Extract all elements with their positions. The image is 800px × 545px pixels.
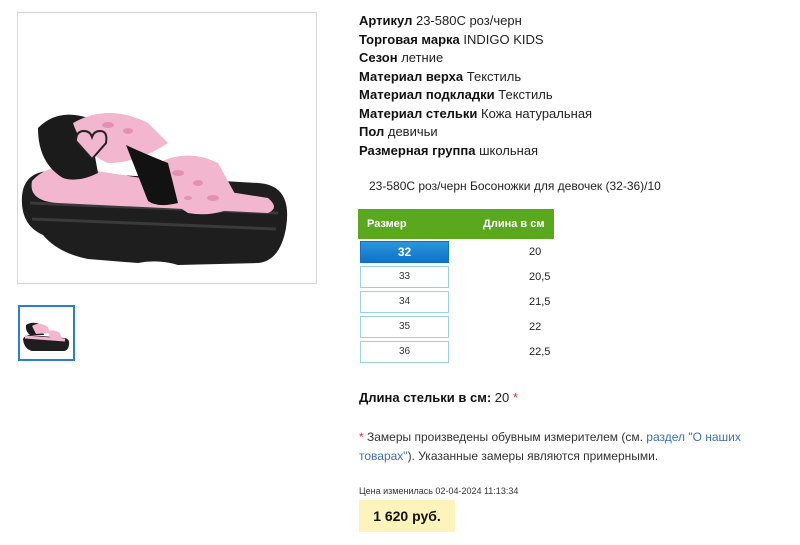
size-button-34[interactable]: 34 bbox=[360, 290, 449, 313]
size-table: Размер Длина в см 32 20 33 20,5 34 21,5 … bbox=[358, 209, 554, 364]
prop-upper-material: Материал верха Текстиль bbox=[359, 68, 522, 84]
product-properties: Артикул 23-580C роз/черн Торговая марка … bbox=[359, 12, 592, 160]
size-button-32[interactable]: 32 bbox=[360, 240, 449, 263]
size-length: 21,5 bbox=[529, 295, 551, 308]
product-description: 23-580C роз/черн Босоножки для девочек (… bbox=[369, 179, 661, 193]
sandal-image bbox=[21, 113, 288, 265]
length-column-header: Длина в см bbox=[483, 218, 545, 230]
size-length: 22,5 bbox=[529, 345, 551, 358]
prop-season: Сезон летние bbox=[359, 50, 444, 65]
size-table-header: Размер Длина в см bbox=[358, 209, 554, 239]
asterisk: * bbox=[512, 390, 518, 405]
size-button-36[interactable]: 36 bbox=[360, 340, 449, 363]
sandal-thumbnail-image bbox=[23, 322, 70, 351]
prop-size-group: Размерная группа школьная bbox=[359, 142, 539, 158]
product-main-image[interactable] bbox=[17, 12, 317, 284]
prop-article: Артикул 23-580C роз/черн bbox=[359, 13, 522, 28]
prop-brand: Торговая марка INDIGO KIDS bbox=[359, 31, 544, 47]
size-row: 35 22 bbox=[358, 314, 554, 339]
prop-gender: Пол девичьи bbox=[359, 124, 438, 139]
size-row: 34 21,5 bbox=[358, 289, 554, 314]
size-button-33[interactable]: 33 bbox=[360, 265, 449, 288]
size-row: 33 20,5 bbox=[358, 264, 554, 289]
size-length: 22 bbox=[529, 320, 542, 333]
price-changed-date: Цена изменилась 02-04-2024 11:13:34 bbox=[359, 486, 519, 496]
measurement-note: * Замеры произведены обувным измерителем… bbox=[359, 430, 741, 463]
insole-length-label: Длина стельки в см: bbox=[359, 390, 492, 405]
product-thumbnail[interactable] bbox=[18, 305, 75, 361]
insole-length: Длина стельки в см: 20 * bbox=[359, 390, 518, 405]
size-column-header: Размер bbox=[367, 218, 407, 230]
insole-length-value: 20 bbox=[494, 390, 510, 405]
size-length: 20 bbox=[529, 245, 542, 258]
size-row: 32 20 bbox=[358, 239, 554, 264]
prop-insole-material: Материал стельки Кожа натуральная bbox=[359, 105, 593, 121]
price-value: 1 620 руб. bbox=[359, 500, 455, 532]
size-length: 20,5 bbox=[529, 270, 551, 283]
prop-lining-material: Материал подкладки Текстиль bbox=[359, 87, 553, 102]
size-button-35[interactable]: 35 bbox=[360, 315, 449, 338]
size-row: 36 22,5 bbox=[358, 339, 554, 364]
